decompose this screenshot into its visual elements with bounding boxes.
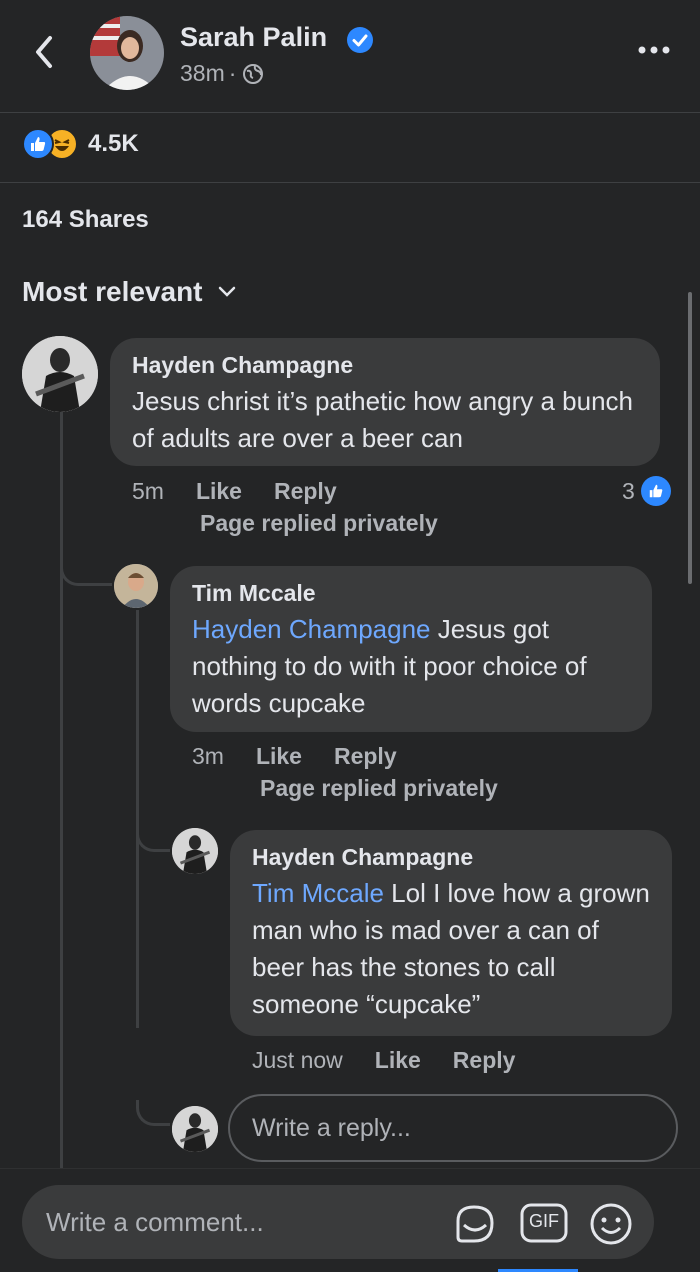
comment-bubble: Hayden Champagne Jesus christ it’s pathe… xyxy=(110,338,660,466)
reply-button[interactable]: Reply xyxy=(453,1047,516,1074)
commenter-avatar[interactable] xyxy=(172,828,218,874)
comment-author[interactable]: Hayden Champagne xyxy=(132,352,638,379)
commenter-avatar[interactable] xyxy=(22,336,98,412)
comment-bubble: Hayden Champagne Tim Mccale Lol I love h… xyxy=(230,830,672,1036)
globe-icon xyxy=(243,63,264,84)
comment-actions: 3m Like Reply xyxy=(192,743,397,770)
thread-line xyxy=(136,610,139,1028)
mention-link[interactable]: Tim Mccale xyxy=(252,878,384,908)
like-count-number: 3 xyxy=(622,477,635,504)
author-name[interactable]: Sarah Palin xyxy=(180,22,327,53)
post-time[interactable]: 38m xyxy=(180,60,225,87)
comment-author[interactable]: Hayden Champagne xyxy=(252,844,650,871)
gif-icon[interactable]: GIF xyxy=(520,1203,568,1243)
reactions-summary[interactable]: 4.5K xyxy=(22,128,139,160)
more-options-icon[interactable] xyxy=(636,40,672,60)
chevron-down-icon xyxy=(218,286,235,297)
thread-connector xyxy=(60,560,112,586)
comment-time: 5m xyxy=(132,478,164,504)
gif-label: GIF xyxy=(529,1211,559,1231)
thread-connector xyxy=(136,826,170,852)
reaction-count: 4.5K xyxy=(88,130,139,157)
post-meta: 38m · xyxy=(180,60,264,87)
comment-actions: Just now Like Reply xyxy=(252,1047,515,1074)
comment-bubble: Tim Mccale Hayden Champagne Jesus got no… xyxy=(170,566,652,732)
sort-dropdown[interactable]: Most relevant xyxy=(22,276,237,308)
divider xyxy=(0,182,700,183)
page-replied-status: Page replied privately xyxy=(200,510,438,536)
comment-text: Tim Mccale Lol I love how a grown man wh… xyxy=(252,875,650,1023)
reply-button[interactable]: Reply xyxy=(274,478,337,505)
like-reaction-icon xyxy=(22,128,54,160)
divider xyxy=(0,112,700,113)
comment-like-count[interactable]: 3 xyxy=(622,476,671,506)
comment-text: Jesus christ it’s pathetic how angry a b… xyxy=(132,386,634,453)
comment-placeholder: Write a comment... xyxy=(46,1206,264,1237)
comment-time: 3m xyxy=(192,743,224,769)
comment-time: Just now xyxy=(252,1047,343,1073)
comment-composer: Write a comment... GIF xyxy=(0,1168,700,1272)
reply-button[interactable]: Reply xyxy=(334,743,397,770)
like-button[interactable]: Like xyxy=(256,743,302,770)
sort-label: Most relevant xyxy=(22,276,203,307)
commenter-avatar[interactable] xyxy=(114,564,158,608)
comment-text: Hayden Champagne Jesus got nothing to do… xyxy=(192,611,630,722)
like-button[interactable]: Like xyxy=(375,1047,421,1074)
reply-placeholder: Write a reply... xyxy=(252,1113,411,1142)
thread-connector xyxy=(136,1100,170,1126)
like-icon xyxy=(640,476,671,506)
page-replied-status: Page replied privately xyxy=(260,775,498,801)
like-button[interactable]: Like xyxy=(196,478,242,505)
sticker-icon[interactable] xyxy=(452,1201,498,1247)
back-arrow-icon[interactable] xyxy=(30,32,60,72)
author-avatar[interactable] xyxy=(90,16,164,90)
comment-author[interactable]: Tim Mccale xyxy=(192,580,630,607)
verified-badge-icon xyxy=(347,27,373,53)
emoji-icon[interactable] xyxy=(588,1201,634,1247)
comment-actions: 5m Like Reply xyxy=(132,478,337,505)
scrollbar[interactable] xyxy=(688,292,692,584)
mention-link[interactable]: Hayden Champagne xyxy=(192,614,431,644)
meta-separator: · xyxy=(228,60,237,86)
current-user-avatar xyxy=(172,1106,218,1152)
thread-line xyxy=(60,412,63,1172)
reply-input[interactable]: Write a reply... xyxy=(228,1094,678,1162)
share-count[interactable]: 164 Shares xyxy=(22,206,149,234)
post-header: Sarah Palin 38m · xyxy=(0,0,700,112)
